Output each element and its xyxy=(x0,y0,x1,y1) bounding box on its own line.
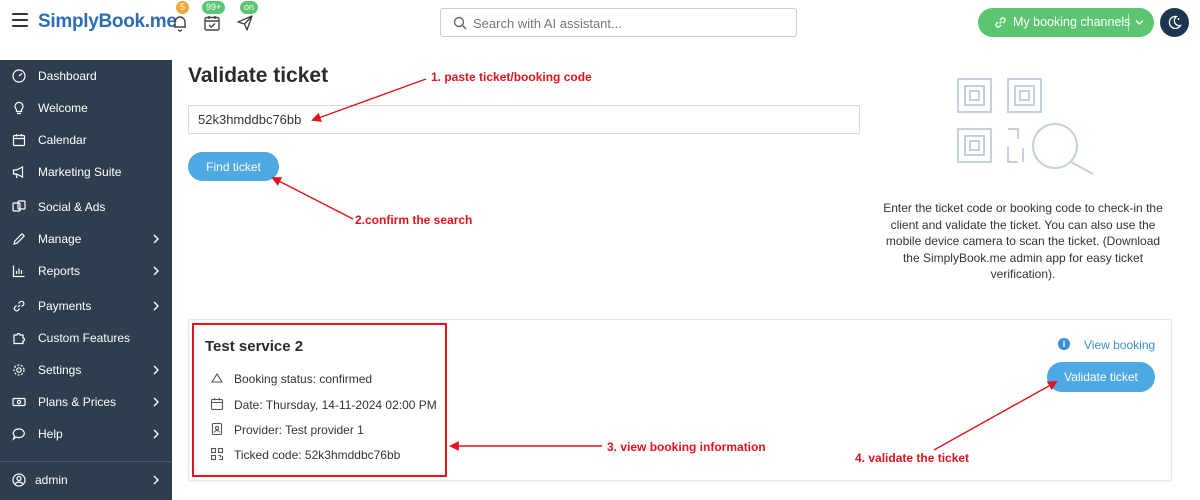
annotation-step-1: 1. paste ticket/booking code xyxy=(431,70,592,84)
sidebar-item-reports[interactable]: Reports xyxy=(0,257,172,285)
chevron-right-icon xyxy=(153,301,159,311)
booking-channels-button[interactable]: My booking channels xyxy=(978,8,1154,37)
chevron-right-icon xyxy=(153,475,159,485)
sidebar-item-label: Marketing Suite xyxy=(38,165,122,179)
chevron-down-icon[interactable] xyxy=(1135,19,1144,26)
info-icon: i xyxy=(1058,338,1070,350)
user-icon xyxy=(12,473,26,487)
sidebar-item-label: Dashboard xyxy=(38,69,97,83)
sidebar-item-label: Custom Features xyxy=(38,331,131,345)
theme-toggle[interactable] xyxy=(1160,8,1189,37)
booking-channels-label: My booking channels xyxy=(1013,15,1131,29)
user-name: admin xyxy=(35,473,68,487)
find-ticket-button[interactable]: Find ticket xyxy=(188,152,279,181)
pencil-icon xyxy=(13,232,26,245)
qr-scan-illustration-icon xyxy=(957,78,1094,175)
page-title: Validate ticket xyxy=(188,64,329,87)
annotation-step-4: 4. validate the ticket xyxy=(855,451,970,465)
moon-icon xyxy=(1168,15,1182,30)
sidebar-item-label: Payments xyxy=(38,299,92,313)
sidebar-item-payments[interactable]: Payments xyxy=(0,292,172,320)
social-icon xyxy=(12,200,26,212)
arrow-step-2 xyxy=(271,177,354,220)
notifications-badge: 5 xyxy=(176,1,190,14)
top-bar: SimplyBook.me 5 99+ on My booking channe… xyxy=(0,0,1200,46)
sidebar-item-custom-features[interactable]: Custom Features xyxy=(0,324,172,352)
sidebar-item-calendar[interactable]: Calendar xyxy=(0,126,172,154)
help-text: Enter the ticket code or booking code to… xyxy=(883,201,1163,281)
gear-icon xyxy=(13,364,25,376)
chart-icon xyxy=(12,265,25,278)
money-icon xyxy=(12,397,26,407)
sidebar-item-dashboard[interactable]: Dashboard xyxy=(0,62,172,90)
sidebar-item-label: Settings xyxy=(38,363,82,377)
validate-ticket-button[interactable]: Validate ticket xyxy=(1047,362,1155,392)
annotation-highlight-box xyxy=(192,323,447,477)
chevron-right-icon xyxy=(153,365,159,375)
sidebar-item-label: Help xyxy=(38,427,63,441)
sidebar: Dashboard Welcome Calendar Marketing Sui… xyxy=(0,60,172,500)
divider xyxy=(0,461,172,462)
sidebar-item-welcome[interactable]: Welcome xyxy=(0,94,172,122)
logo[interactable]: SimplyBook.me xyxy=(38,11,177,33)
view-booking-link[interactable]: View booking xyxy=(1084,338,1155,352)
puzzle-icon xyxy=(13,332,26,345)
dashboard-icon xyxy=(12,69,26,83)
sidebar-item-plans-prices[interactable]: Plans & Prices xyxy=(0,388,172,416)
search-icon xyxy=(453,16,467,30)
divider xyxy=(1128,14,1129,31)
menu-icon[interactable] xyxy=(12,13,28,27)
channels-status-badge: on xyxy=(240,1,259,14)
sidebar-item-label: Manage xyxy=(38,232,82,246)
send-icon[interactable] xyxy=(236,14,254,32)
sidebar-item-settings[interactable]: Settings xyxy=(0,356,172,384)
sidebar-item-label: Reports xyxy=(38,264,81,278)
megaphone-icon xyxy=(12,166,24,179)
search-input[interactable] xyxy=(473,14,783,32)
chevron-right-icon xyxy=(153,397,159,407)
lightbulb-icon xyxy=(14,101,24,115)
sidebar-item-label: Social & Ads xyxy=(38,200,106,214)
link-icon xyxy=(13,300,25,312)
calendar-icon xyxy=(12,134,26,147)
annotation-step-2: 2.confirm the search xyxy=(355,213,473,227)
sidebar-item-label: Plans & Prices xyxy=(38,395,117,409)
chevron-right-icon xyxy=(153,429,159,439)
sidebar-item-social-ads[interactable]: Social & Ads xyxy=(0,193,172,221)
bookings-badge: 99+ xyxy=(202,1,226,14)
sidebar-item-label: Calendar xyxy=(38,133,87,147)
bell-icon[interactable] xyxy=(171,14,189,32)
sidebar-item-marketing-suite[interactable]: Marketing Suite xyxy=(0,158,172,186)
calendar-check-icon[interactable] xyxy=(203,14,221,32)
chevron-right-icon xyxy=(153,234,159,244)
sidebar-item-label: Welcome xyxy=(38,101,88,115)
sidebar-item-help[interactable]: Help xyxy=(0,420,172,448)
search-box[interactable] xyxy=(440,8,797,37)
sidebar-item-manage[interactable]: Manage xyxy=(0,225,172,253)
sidebar-user-menu[interactable]: admin xyxy=(0,466,172,494)
chevron-right-icon xyxy=(153,266,159,276)
link-icon xyxy=(995,17,1006,28)
chat-icon xyxy=(12,428,25,441)
ticket-code-input[interactable] xyxy=(188,105,860,134)
annotation-step-3: 3. view booking information xyxy=(607,440,766,454)
